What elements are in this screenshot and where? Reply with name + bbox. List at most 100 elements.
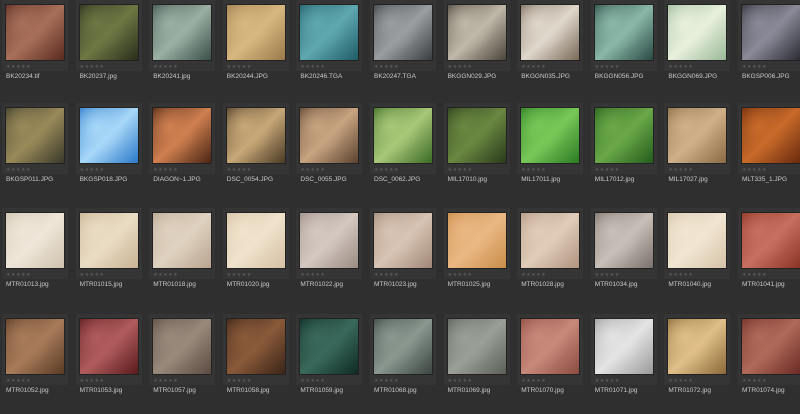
thumbnail-item[interactable]: ★★★★★ MTR01023.jpg <box>370 208 436 308</box>
thumbnail-image[interactable] <box>742 108 800 163</box>
rating-stars[interactable]: ★★★★★ <box>6 64 31 70</box>
thumbnail-image[interactable] <box>594 213 653 268</box>
rating-stars[interactable]: ★★★★★ <box>227 167 252 173</box>
thumbnail-image[interactable] <box>742 319 800 374</box>
thumbnail-item[interactable]: ★★★★★ MTR01072.jpg <box>664 314 731 414</box>
thumbnail-image[interactable] <box>742 213 800 268</box>
thumbnail-item[interactable]: ★★★★★ MTR01053.jpg <box>75 314 142 414</box>
thumbnail-image[interactable] <box>6 213 64 268</box>
thumbnail-image[interactable] <box>79 319 138 374</box>
rating-stars[interactable]: ★★★★★ <box>595 272 620 278</box>
thumbnail-image[interactable] <box>742 5 800 60</box>
thumbnail-image[interactable] <box>594 108 653 163</box>
rating-stars[interactable]: ★★★★★ <box>521 272 546 278</box>
thumbnail-item[interactable]: ★★★★★ MTR01059.jpg <box>296 314 363 414</box>
thumbnail-item[interactable]: ★★★★★ DIAGON~1.JPG <box>149 103 216 203</box>
thumbnail-item[interactable]: ★★★★★ BKGGN069.JPG <box>664 0 731 100</box>
thumbnail-item[interactable]: ★★★★★ MTR01015.jpg <box>75 208 142 308</box>
thumbnail-item[interactable]: ★★★★★ DSC_0062.JPG <box>370 103 436 203</box>
rating-stars[interactable]: ★★★★★ <box>742 167 767 173</box>
thumbnail-item[interactable]: ★★★★★ MTR01068.jpg <box>370 314 436 414</box>
thumbnail-image[interactable] <box>153 319 212 374</box>
rating-stars[interactable]: ★★★★★ <box>227 378 252 384</box>
thumbnail-image[interactable] <box>226 213 285 268</box>
thumbnail-image[interactable] <box>226 5 285 60</box>
rating-stars[interactable]: ★★★★★ <box>448 272 473 278</box>
thumbnail-item[interactable]: ★★★★★ BKGGN029.JPG <box>443 0 510 100</box>
thumbnail-image[interactable] <box>374 108 432 163</box>
thumbnail-item[interactable]: ★★★★★ MTR01058.jpg <box>222 314 289 414</box>
rating-stars[interactable]: ★★★★★ <box>742 272 767 278</box>
rating-stars[interactable]: ★★★★★ <box>668 64 693 70</box>
thumbnail-image[interactable] <box>668 108 727 163</box>
thumbnail-image[interactable] <box>6 108 64 163</box>
rating-stars[interactable]: ★★★★★ <box>374 64 399 70</box>
rating-stars[interactable]: ★★★★★ <box>80 272 105 278</box>
rating-stars[interactable]: ★★★★★ <box>448 167 473 173</box>
thumbnail-image[interactable] <box>226 319 285 374</box>
thumbnail-image[interactable] <box>153 108 212 163</box>
thumbnail-image[interactable] <box>153 213 212 268</box>
thumbnail-item[interactable]: ★★★★★ MLT335_1.JPG <box>738 103 800 203</box>
rating-stars[interactable]: ★★★★★ <box>668 272 693 278</box>
rating-stars[interactable]: ★★★★★ <box>6 378 31 384</box>
thumbnail-image[interactable] <box>521 213 580 268</box>
thumbnail-image[interactable] <box>521 108 580 163</box>
thumbnail-image[interactable] <box>300 319 359 374</box>
thumbnail-item[interactable]: ★★★★★ BK20234.tif <box>2 0 68 100</box>
thumbnail-image[interactable] <box>79 108 138 163</box>
thumbnail-item[interactable]: ★★★★★ MTR01070.jpg <box>517 314 584 414</box>
rating-stars[interactable]: ★★★★★ <box>521 64 546 70</box>
thumbnail-item[interactable]: ★★★★★ MTR01025.jpg <box>443 208 510 308</box>
thumbnail-image[interactable] <box>447 5 506 60</box>
thumbnail-item[interactable]: ★★★★★ BKGGN035.JPG <box>517 0 584 100</box>
thumbnail-item[interactable]: ★★★★★ MTR01071.jpg <box>590 314 657 414</box>
rating-stars[interactable]: ★★★★★ <box>153 378 178 384</box>
rating-stars[interactable]: ★★★★★ <box>227 64 252 70</box>
thumbnail-item[interactable]: ★★★★★ BKGSP018.JPG <box>75 103 142 203</box>
thumbnail-item[interactable]: ★★★★★ MIL17012.jpg <box>590 103 657 203</box>
rating-stars[interactable]: ★★★★★ <box>595 64 620 70</box>
thumbnail-item[interactable]: ★★★★★ MTR01020.jpg <box>222 208 289 308</box>
rating-stars[interactable]: ★★★★★ <box>448 378 473 384</box>
rating-stars[interactable]: ★★★★★ <box>595 378 620 384</box>
rating-stars[interactable]: ★★★★★ <box>300 167 325 173</box>
thumbnail-image[interactable] <box>668 319 727 374</box>
thumbnail-image[interactable] <box>79 5 138 60</box>
thumbnail-item[interactable]: ★★★★★ MIL17010.jpg <box>443 103 510 203</box>
thumbnail-item[interactable]: ★★★★★ BK20244.JPG <box>222 0 289 100</box>
thumbnail-image[interactable] <box>374 213 432 268</box>
rating-stars[interactable]: ★★★★★ <box>227 272 252 278</box>
thumbnail-image[interactable] <box>594 5 653 60</box>
thumbnail-image[interactable] <box>447 319 506 374</box>
rating-stars[interactable]: ★★★★★ <box>374 167 399 173</box>
thumbnail-image[interactable] <box>6 5 64 60</box>
rating-stars[interactable]: ★★★★★ <box>80 167 105 173</box>
thumbnail-image[interactable] <box>521 319 580 374</box>
thumbnail-image[interactable] <box>374 319 432 374</box>
thumbnail-image[interactable] <box>300 213 359 268</box>
rating-stars[interactable]: ★★★★★ <box>521 378 546 384</box>
thumbnail-item[interactable]: ★★★★★ BK20246.TGA <box>296 0 363 100</box>
thumbnail-item[interactable]: ★★★★★ BKGGN056.JPG <box>590 0 657 100</box>
rating-stars[interactable]: ★★★★★ <box>374 272 399 278</box>
rating-stars[interactable]: ★★★★★ <box>153 64 178 70</box>
thumbnail-image[interactable] <box>153 5 212 60</box>
thumbnail-item[interactable]: ★★★★★ BK20241.jpg <box>149 0 216 100</box>
rating-stars[interactable]: ★★★★★ <box>742 64 767 70</box>
thumbnail-image[interactable] <box>374 5 432 60</box>
thumbnail-item[interactable]: ★★★★★ BK20237.jpg <box>75 0 142 100</box>
thumbnail-item[interactable]: ★★★★★ DSC_0054.JPG <box>222 103 289 203</box>
thumbnail-image[interactable] <box>300 108 359 163</box>
rating-stars[interactable]: ★★★★★ <box>742 378 767 384</box>
rating-stars[interactable]: ★★★★★ <box>153 167 178 173</box>
rating-stars[interactable]: ★★★★★ <box>80 64 105 70</box>
thumbnail-image[interactable] <box>668 5 727 60</box>
thumbnail-image[interactable] <box>521 5 580 60</box>
thumbnail-image[interactable] <box>447 213 506 268</box>
thumbnail-image[interactable] <box>300 5 359 60</box>
rating-stars[interactable]: ★★★★★ <box>668 378 693 384</box>
thumbnail-item[interactable]: ★★★★★ MTR01074.jpg <box>738 314 800 414</box>
thumbnail-item[interactable]: ★★★★★ MTR01022.jpg <box>296 208 363 308</box>
rating-stars[interactable]: ★★★★★ <box>668 167 693 173</box>
